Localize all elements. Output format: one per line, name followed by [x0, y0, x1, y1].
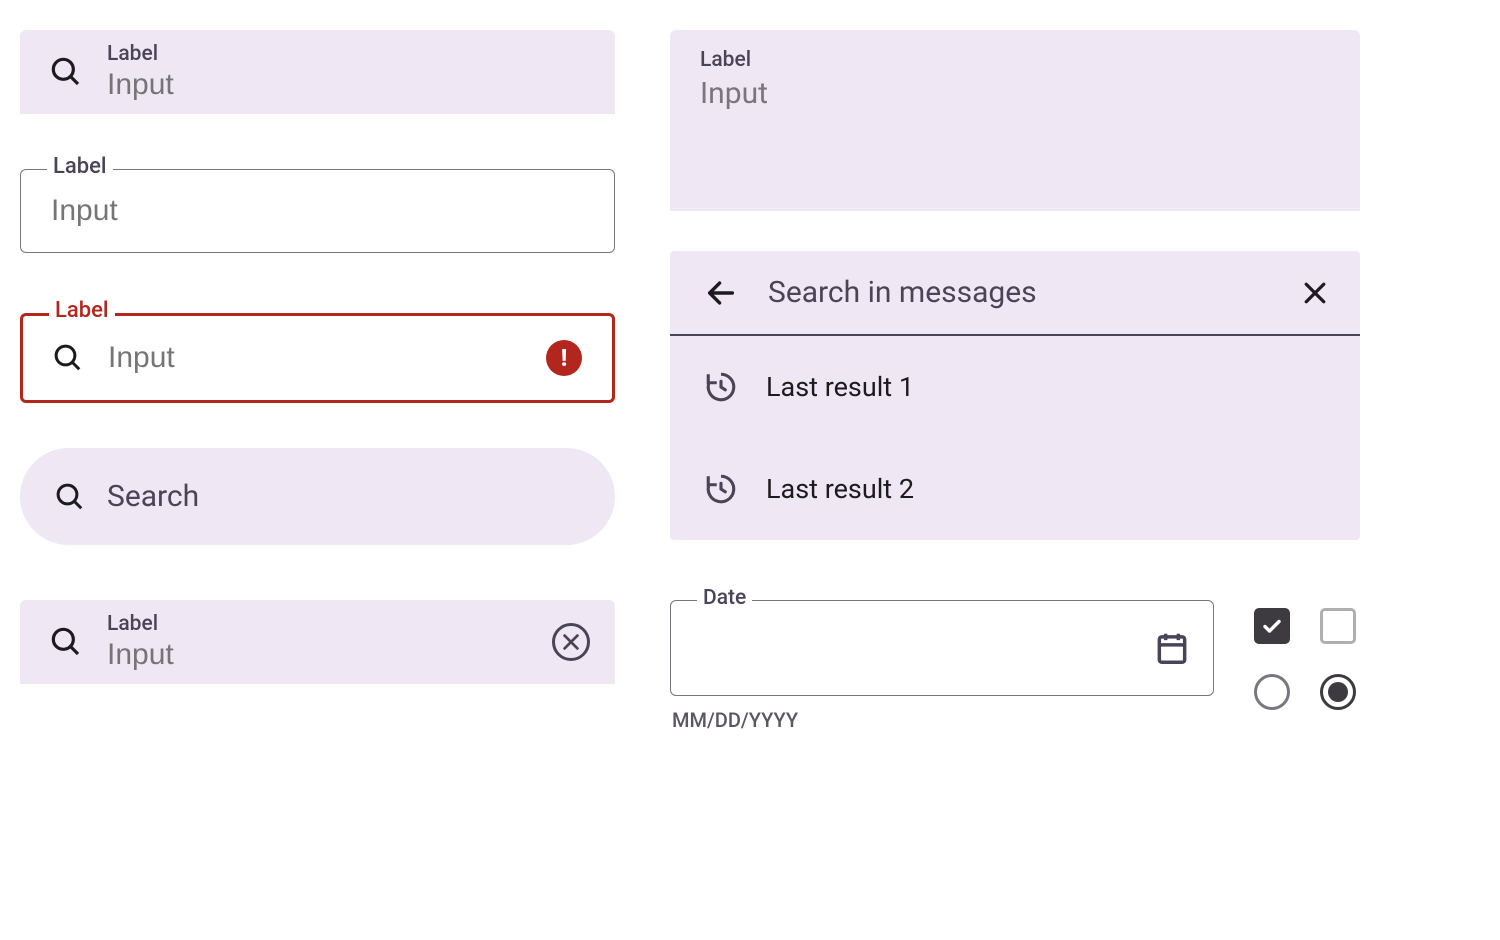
search-result-item[interactable]: Last result 1 [670, 336, 1360, 438]
date-row: Date MM/DD/YYYY [670, 600, 1360, 732]
field-label: Label [49, 298, 115, 323]
field-input[interactable] [107, 66, 590, 102]
search-icon [50, 626, 82, 658]
search-icon [53, 343, 83, 373]
calendar-icon[interactable] [1153, 629, 1191, 667]
search-result-item[interactable]: Last result 2 [670, 438, 1360, 540]
back-arrow-icon[interactable] [704, 276, 738, 310]
field-label: Date [697, 586, 752, 610]
search-icon [50, 56, 82, 88]
field-input[interactable] [107, 636, 527, 672]
result-label: Last result 2 [766, 473, 914, 505]
field-stack: Label [107, 42, 590, 102]
selection-controls [1254, 600, 1360, 714]
clear-icon[interactable] [552, 623, 590, 661]
filled-text-field[interactable]: Label [20, 30, 615, 114]
date-input[interactable] [701, 633, 1128, 664]
radio-unselected[interactable] [1254, 674, 1290, 710]
checkbox-unchecked[interactable] [1320, 608, 1356, 644]
field-input[interactable] [51, 194, 584, 228]
outlined-text-field[interactable]: Label [20, 169, 615, 253]
search-bar-pill[interactable]: Search [20, 448, 615, 545]
search-placeholder[interactable]: Search in messages [768, 275, 1270, 310]
history-icon [704, 472, 738, 506]
radio-selected[interactable] [1320, 674, 1356, 710]
error-icon: ! [546, 340, 582, 376]
date-text-field[interactable]: Date [670, 600, 1214, 696]
checkbox-checked[interactable] [1254, 608, 1290, 644]
field-label: Label [107, 612, 527, 636]
field-stack: Label [107, 612, 527, 672]
search-icon [55, 482, 85, 512]
left-column: Label Label Label ! Search Label [20, 30, 615, 732]
search-placeholder: Search [107, 479, 199, 514]
search-bar: Search in messages [670, 251, 1360, 336]
right-column: Label Input Search in messages Last resu… [670, 30, 1360, 732]
field-input[interactable]: Input [700, 72, 1330, 111]
outlined-text-field-error[interactable]: Label ! [20, 313, 615, 403]
history-icon [704, 370, 738, 404]
date-helper-text: MM/DD/YYYY [670, 708, 1214, 732]
filled-text-field-with-clear[interactable]: Label [20, 600, 615, 684]
field-label: Label [700, 48, 1330, 72]
field-input[interactable] [108, 341, 521, 375]
result-label: Last result 1 [766, 371, 914, 403]
field-label: Label [47, 154, 113, 179]
close-icon[interactable] [1300, 278, 1330, 308]
search-results-panel: Search in messages Last result 1 Last re… [670, 251, 1360, 540]
date-field-wrapper: Date MM/DD/YYYY [670, 600, 1214, 732]
filled-text-area[interactable]: Label Input [670, 30, 1360, 211]
field-label: Label [107, 42, 590, 66]
